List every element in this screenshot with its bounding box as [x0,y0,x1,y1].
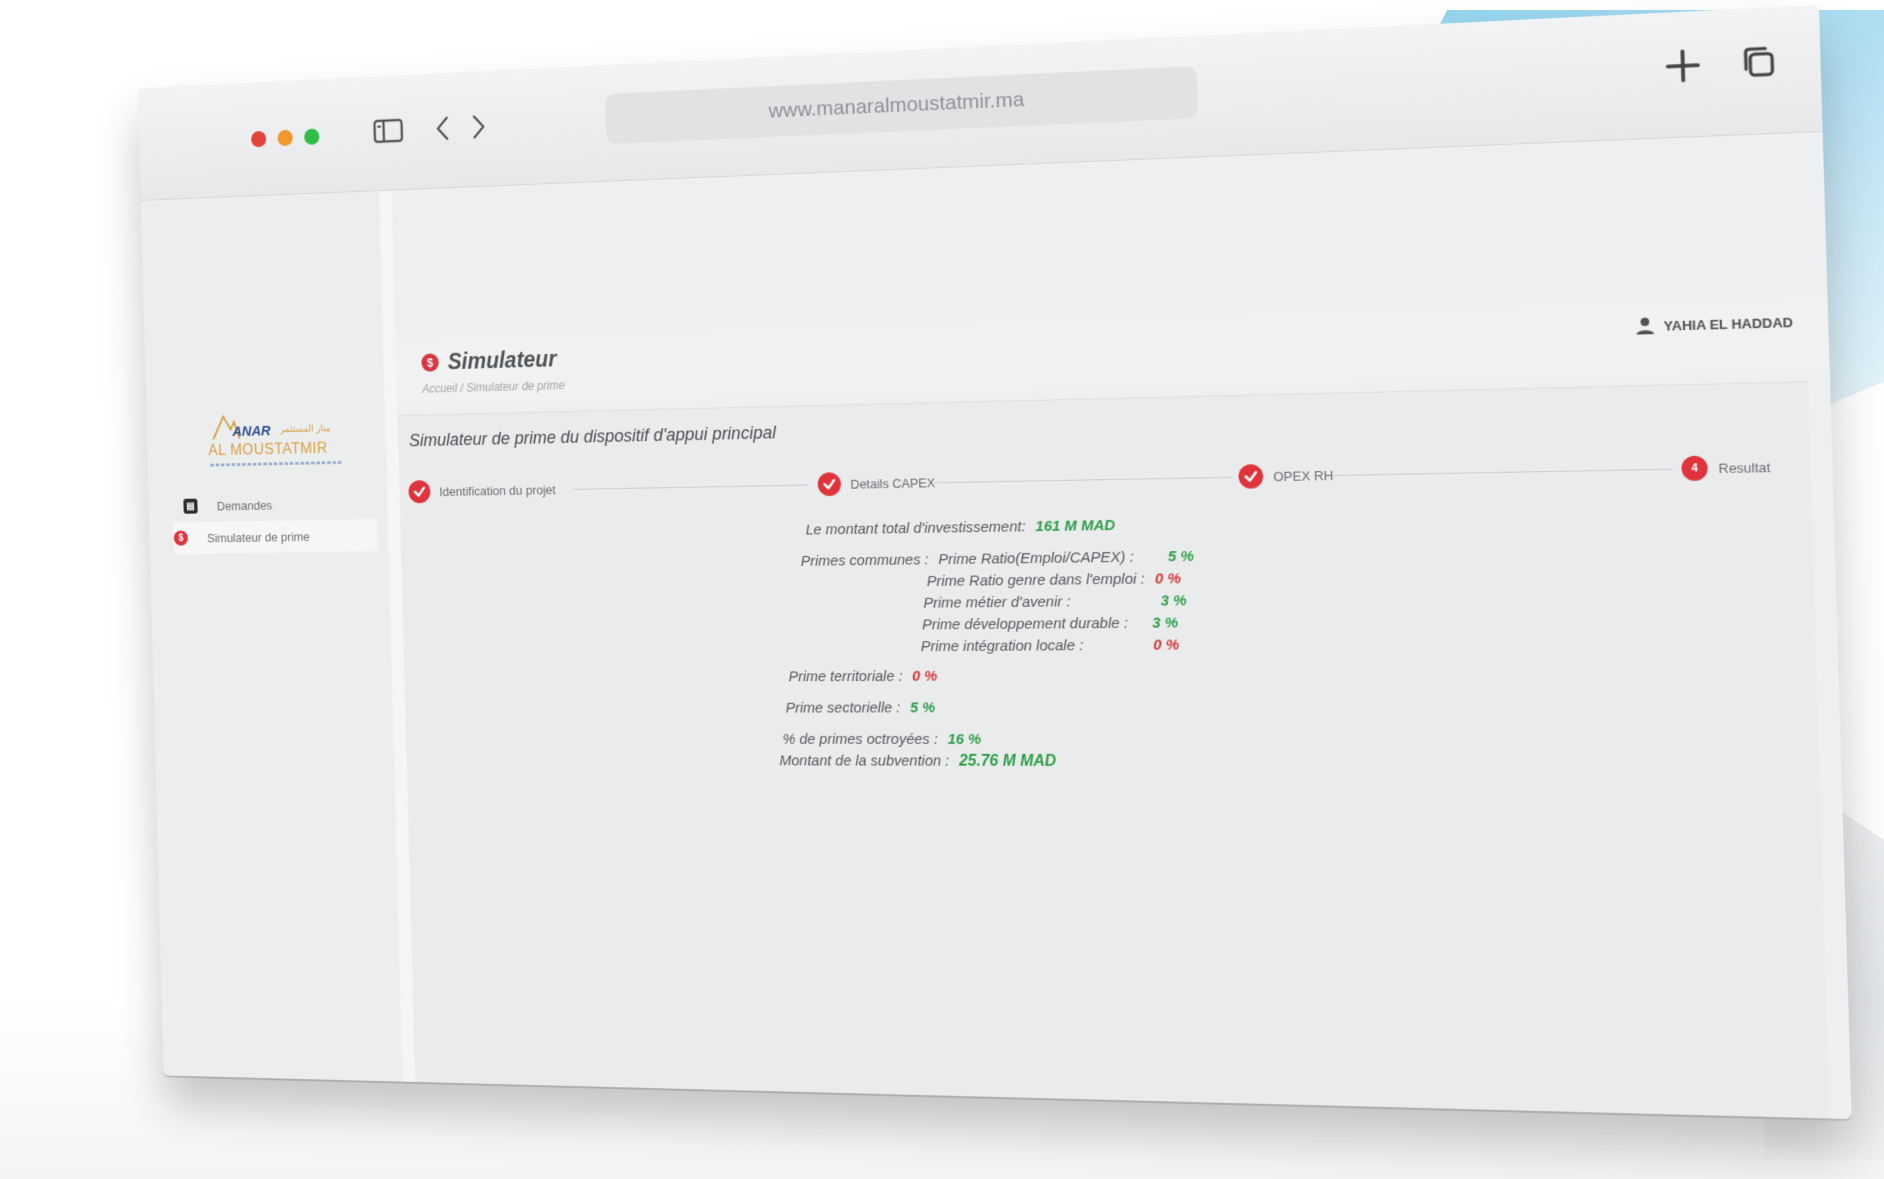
forward-arrow-icon[interactable] [460,107,497,147]
total-investment-label: Le montant total d'investissement: [805,518,1026,539]
back-arrow-icon[interactable] [424,109,461,149]
total-investment-row: Le montant total d'investissement: 161 M… [805,517,1115,538]
step-resultat[interactable]: 4 Resultat [1681,454,1771,482]
step-label: OPEX RH [1273,467,1334,484]
url-text: www.manaralmoustatmir.ma [768,88,1025,123]
prime-value: 3 % [1151,614,1179,632]
prime-territoriale-value: 0 % [911,667,938,685]
sidebar: ANAR منار المستثمر AL MOUSTATMIR ▤ Deman… [140,190,416,1082]
prime-label: Prime Ratio genre dans l'emploi : [926,570,1146,590]
results-panel: Le montant total d'investissement: 161 M… [401,507,1785,926]
prime-territoriale-row: Prime territoriale : 0 % [788,668,937,685]
close-window-button[interactable] [250,130,267,148]
subvention-value: 25.76 M MAD [958,752,1057,770]
primes-communes-label: Primes communes : [800,551,929,570]
primes-octroyees-row: % de primes octroyées : 16 % [782,731,981,748]
prime-row: Prime métier d'avenir : 3 % [923,592,1187,611]
currency-icon: $ [173,530,189,546]
step-opex-rh[interactable]: OPEX RH [1238,463,1334,489]
step-connector [1334,468,1673,476]
prime-value: 0 % [1154,570,1182,588]
primes-communes-row: Primes communes : Prime Ratio(Emploi/CAP… [801,548,1195,570]
prime-label: Prime Ratio(Emploi/CAPEX) : [938,548,1135,569]
step-connector [933,476,1233,484]
user-menu[interactable]: YAHIA EL HADDAD [1635,312,1793,335]
new-tab-icon[interactable] [1656,40,1709,92]
prime-label: Prime intégration locale : [920,637,1084,656]
primes-octroyees-label: % de primes octroyées : [782,731,939,748]
check-icon [408,480,431,504]
check-icon [817,472,842,497]
sidebar-item-label: Demandes [216,497,273,513]
user-name: YAHIA EL HADDAD [1663,313,1794,334]
logo-subtitle: AL MOUSTATMIR [208,440,328,460]
sidebar-item-simulateur[interactable]: $ Simulateur de prime [173,519,378,555]
step-capex[interactable]: Details CAPEX [817,470,936,497]
prime-value: 0 % [1153,636,1180,654]
sidebar-toggle-icon[interactable] [370,111,407,151]
step-label: Resultat [1718,459,1771,476]
page-title: $ Simulateur [421,346,557,376]
subvention-row: Montant de la subvention : 25.76 M MAD [779,753,1056,771]
mockup-scene: www.manaralmoustatmir.ma ANAR منار المست… [0,0,1884,1179]
logo-arabic-text: منار المستثمر [279,423,331,435]
prime-territoriale-label: Prime territoriale : [788,668,903,686]
step-number: 4 [1681,455,1708,482]
prime-value: 3 % [1160,592,1187,610]
minimize-window-button[interactable] [277,129,293,147]
prime-sectorielle-row: Prime sectorielle : 5 % [785,699,935,716]
breadcrumb[interactable]: Accueil / Simulateur de prime [422,379,565,396]
browser-window: www.manaralmoustatmir.ma ANAR منار المست… [137,5,1852,1120]
manar-logo: ANAR منار المستثمر AL MOUSTATMIR [207,408,350,477]
subvention-label: Montant de la subvention : [779,752,950,770]
logo-tagline [210,460,344,467]
primes-octroyees-value: 16 % [947,731,982,748]
step-identification[interactable]: Identification du projet [408,478,556,504]
stepper: Identification du projet Details CAPEX O… [408,452,1771,507]
document-icon: ▤ [183,498,198,514]
prime-label: Prime développement durable : [921,614,1129,634]
page-title-text: Simulateur [447,346,557,375]
prime-sectorielle-label: Prime sectorielle : [785,699,901,717]
simulator-card: Simulateur de prime du dispositif d'appu… [397,381,1830,1119]
prime-value: 5 % [1167,547,1195,566]
prime-row: Prime développement durable : 3 % [922,614,1178,633]
user-icon [1636,317,1655,335]
address-bar[interactable]: www.manaralmoustatmir.ma [605,66,1199,145]
prime-label: Prime métier d'avenir : [923,593,1071,612]
step-label: Identification du projet [439,482,556,499]
step-connector [573,484,809,490]
prime-row: Prime Ratio genre dans l'emploi : 0 % [927,570,1182,590]
card-title: Simulateur de prime du dispositif d'appu… [408,422,777,451]
step-label: Details CAPEX [850,474,936,492]
check-icon [1238,464,1264,489]
sidebar-item-label: Simulateur de prime [206,529,310,545]
currency-icon: $ [421,353,439,372]
prime-row: Prime intégration locale : 0 % [921,637,1180,656]
logo-name: ANAR [232,422,271,440]
prime-sectorielle-value: 5 % [909,699,936,717]
browser-toolbar: www.manaralmoustatmir.ma [137,5,1823,201]
tabs-overview-icon[interactable] [1732,36,1786,89]
total-investment-value: 161 M MAD [1035,516,1116,536]
sidebar-item-demandes[interactable]: ▤ Demandes [183,487,388,523]
maximize-window-button[interactable] [304,128,320,146]
